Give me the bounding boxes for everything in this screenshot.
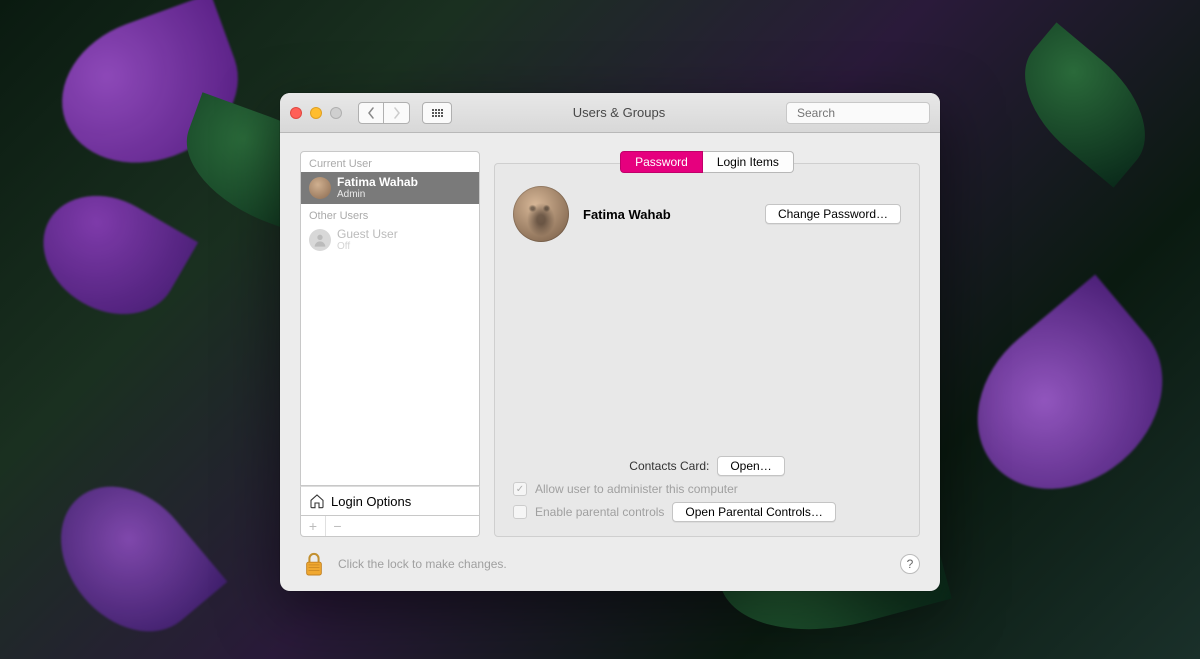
lock-text: Click the lock to make changes. <box>338 557 507 571</box>
forward-button[interactable] <box>384 102 410 124</box>
user-role: Admin <box>337 189 418 200</box>
bg-petal <box>22 172 198 337</box>
window-title: Users & Groups <box>460 105 778 120</box>
chevron-left-icon <box>367 107 375 119</box>
house-icon <box>309 493 325 509</box>
users-sidebar: Current User Fatima Wahab Admin Other Us… <box>300 151 480 537</box>
help-button[interactable]: ? <box>900 554 920 574</box>
content-panel: Password Login Items Fatima Wahab Change… <box>494 151 920 537</box>
current-user-row[interactable]: Fatima Wahab Admin <box>301 172 479 204</box>
close-icon[interactable] <box>290 107 302 119</box>
show-all-button[interactable] <box>422 102 452 124</box>
other-users-label: Other Users <box>301 204 479 224</box>
admin-row: ✓ Allow user to administer this computer <box>513 482 901 496</box>
guest-user-row[interactable]: Guest User Off <box>301 224 479 256</box>
user-name: Guest User <box>337 228 398 241</box>
user-list: Current User Fatima Wahab Admin Other Us… <box>300 151 480 486</box>
nav-buttons <box>358 102 410 124</box>
grid-icon <box>432 109 443 117</box>
login-options-label: Login Options <box>331 494 411 509</box>
search-input[interactable] <box>797 106 952 120</box>
lock-icon <box>303 551 325 577</box>
avatar-icon <box>309 177 331 199</box>
change-password-button[interactable]: Change Password… <box>765 204 901 224</box>
lock-button[interactable] <box>300 549 328 579</box>
profile-name: Fatima Wahab <box>583 207 751 222</box>
password-panel: Fatima Wahab Change Password… Contacts C… <box>494 163 920 537</box>
open-contacts-button[interactable]: Open… <box>717 456 784 476</box>
add-user-button[interactable]: + <box>301 516 325 536</box>
open-parental-controls-button[interactable]: Open Parental Controls… <box>672 502 835 522</box>
minimize-icon[interactable] <box>310 107 322 119</box>
user-name: Fatima Wahab <box>337 176 418 189</box>
back-button[interactable] <box>358 102 384 124</box>
login-options-button[interactable]: Login Options <box>300 486 480 516</box>
bg-petal <box>33 459 228 659</box>
user-role: Off <box>337 241 398 252</box>
tab-password[interactable]: Password <box>620 151 703 173</box>
tabs: Password Login Items <box>620 151 794 173</box>
prefs-window: Users & Groups Current User Fatima Wahab… <box>280 93 940 591</box>
parental-label: Enable parental controls <box>535 505 664 519</box>
current-user-label: Current User <box>301 152 479 172</box>
admin-checkbox: ✓ <box>513 482 527 496</box>
tab-login-items[interactable]: Login Items <box>703 151 794 173</box>
parental-row: Enable parental controls Open Parental C… <box>513 502 901 522</box>
profile-row: Fatima Wahab Change Password… <box>513 186 901 242</box>
remove-user-button[interactable]: − <box>325 516 349 536</box>
titlebar: Users & Groups <box>280 93 940 133</box>
admin-label: Allow user to administer this computer <box>535 482 738 496</box>
contacts-label: Contacts Card: <box>629 459 709 473</box>
contacts-row: Contacts Card: Open… <box>513 456 901 476</box>
user-avatar[interactable] <box>513 186 569 242</box>
bg-petal <box>942 274 1198 525</box>
avatar-placeholder-icon <box>309 229 331 251</box>
search-field[interactable] <box>786 102 930 124</box>
add-remove-bar: + − <box>300 516 480 537</box>
traffic-lights <box>290 107 342 119</box>
parental-checkbox <box>513 505 527 519</box>
bg-leaf <box>999 22 1172 187</box>
chevron-right-icon <box>393 107 401 119</box>
zoom-icon <box>330 107 342 119</box>
footer: Click the lock to make changes. ? <box>300 537 920 579</box>
